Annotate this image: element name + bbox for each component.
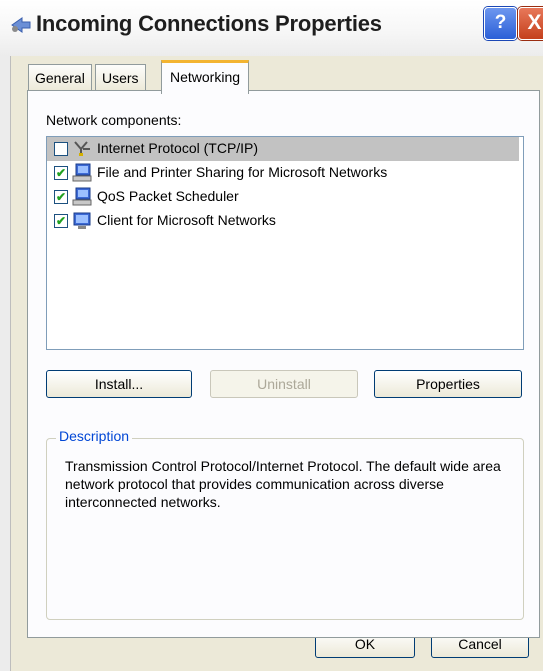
help-button[interactable]: ? — [484, 7, 517, 40]
list-item[interactable]: ✔ File and Printer Sharing for Microsoft… — [47, 161, 519, 185]
component-checkbox[interactable] — [54, 142, 68, 156]
uninstall-button[interactable]: Uninstall — [210, 370, 358, 398]
component-label: File and Printer Sharing for Microsoft N… — [97, 164, 388, 180]
list-item[interactable]: Internet Protocol (TCP/IP) — [47, 137, 519, 161]
window-frame — [0, 56, 11, 671]
protocol-icon — [74, 141, 90, 156]
properties-dialog: Incoming Connections Properties ? X Gene… — [0, 0, 543, 671]
description-text: Transmission Control Protocol/Internet P… — [65, 458, 501, 510]
tab-networking[interactable]: Networking — [161, 60, 250, 94]
close-button[interactable]: X — [518, 7, 543, 40]
title-bar[interactable]: Incoming Connections Properties ? X — [0, 0, 543, 56]
list-item[interactable]: ✔ QoS Packet Scheduler — [47, 185, 519, 209]
network-client-icon — [73, 212, 91, 229]
network-service-icon — [72, 163, 92, 182]
component-label: QoS Packet Scheduler — [97, 188, 239, 204]
install-button[interactable]: Install... — [46, 370, 192, 398]
window-title: Incoming Connections Properties — [36, 11, 382, 36]
properties-button[interactable]: Properties — [374, 370, 522, 398]
list-item[interactable]: ✔ Client for Microsoft Networks — [47, 209, 519, 233]
component-checkbox[interactable]: ✔ — [54, 166, 68, 180]
component-label: Client for Microsoft Networks — [97, 212, 276, 228]
connections-icon — [11, 17, 31, 33]
component-label: Internet Protocol (TCP/IP) — [97, 140, 259, 156]
network-components-list[interactable]: Internet Protocol (TCP/IP) ✔ File and Pr… — [46, 136, 524, 350]
tab-general[interactable]: General — [28, 64, 92, 91]
description-title: Description — [56, 428, 133, 444]
tab-users[interactable]: Users — [95, 64, 146, 91]
network-components-label: Network components: — [46, 112, 182, 128]
component-checkbox[interactable]: ✔ — [54, 190, 68, 204]
network-service-icon — [72, 187, 92, 206]
component-checkbox[interactable]: ✔ — [54, 214, 68, 228]
